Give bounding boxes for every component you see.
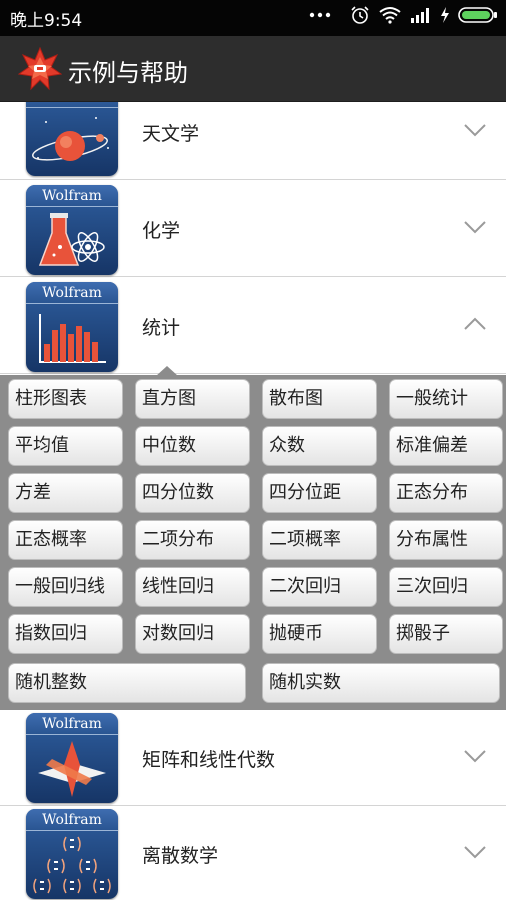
statistics-chart-icon: Wolfram bbox=[26, 282, 118, 372]
stat-item-button[interactable]: 二项概率 bbox=[262, 520, 377, 560]
stat-item-button[interactable]: 对数回归 bbox=[135, 614, 250, 654]
category-label: 天文学 bbox=[142, 123, 200, 145]
charging-icon bbox=[440, 7, 450, 23]
category-row-statistics[interactable]: Wolfram 统计 bbox=[0, 278, 506, 374]
stat-item-button[interactable]: 四分位距 bbox=[262, 473, 377, 513]
linear-algebra-icon: Wolfram bbox=[26, 713, 118, 803]
page-title: 示例与帮助 bbox=[68, 59, 188, 87]
stat-item-button[interactable]: 众数 bbox=[262, 426, 377, 466]
tile-brand: Wolfram bbox=[26, 185, 118, 207]
battery-icon bbox=[458, 6, 498, 24]
cell-signal-icon bbox=[410, 7, 432, 23]
stat-item-button[interactable]: 一般统计 bbox=[389, 379, 503, 419]
stat-item-button[interactable]: 随机整数 bbox=[8, 663, 246, 703]
stat-item-button[interactable]: 二次回归 bbox=[262, 567, 377, 607]
category-label: 化学 bbox=[142, 220, 181, 242]
stat-item-button[interactable]: 中位数 bbox=[135, 426, 250, 466]
chevron-down-icon[interactable] bbox=[464, 122, 486, 141]
category-row-chemistry[interactable]: Wolfram 化学 bbox=[0, 181, 506, 277]
stat-item-button[interactable]: 掷骰子 bbox=[389, 614, 503, 654]
stat-item-button[interactable]: 正态概率 bbox=[8, 520, 123, 560]
stat-item-button[interactable]: 抛硬币 bbox=[262, 614, 377, 654]
stat-item-button[interactable]: 一般回归线 bbox=[8, 567, 123, 607]
stat-item-button[interactable]: 二项分布 bbox=[135, 520, 250, 560]
astronomy-icon: Wolfram bbox=[26, 102, 118, 176]
stat-item-button[interactable]: 方差 bbox=[8, 473, 123, 513]
chevron-up-icon[interactable] bbox=[464, 316, 486, 335]
stat-item-button[interactable]: 正态分布 bbox=[389, 473, 503, 513]
status-time: 晚上9:54 bbox=[10, 11, 83, 31]
category-label: 离散数学 bbox=[142, 845, 219, 867]
tile-brand: Wolfram bbox=[26, 282, 118, 304]
wifi-icon bbox=[378, 6, 402, 24]
stat-item-button[interactable]: 随机实数 bbox=[262, 663, 500, 703]
stat-item-button[interactable]: 分布属性 bbox=[389, 520, 503, 560]
chevron-down-icon[interactable] bbox=[464, 748, 486, 767]
chemistry-flask-icon: Wolfram bbox=[26, 185, 118, 275]
stat-item-button[interactable]: 四分位数 bbox=[135, 473, 250, 513]
stat-item-button[interactable]: 散布图 bbox=[262, 379, 377, 419]
signal-dots-icon bbox=[308, 8, 342, 22]
stat-item-button[interactable]: 直方图 bbox=[135, 379, 250, 419]
alarm-icon bbox=[350, 5, 370, 25]
statistics-items-panel: 柱形图表 直方图 散布图 一般统计 平均值 中位数 众数 标准偏差 方差 四分位… bbox=[0, 375, 506, 710]
chevron-down-icon[interactable] bbox=[464, 219, 486, 238]
tile-brand: Wolfram bbox=[26, 713, 118, 735]
category-row-discrete-math[interactable]: Wolfram 离散数学 bbox=[0, 806, 506, 900]
chevron-down-icon[interactable] bbox=[464, 844, 486, 863]
stat-item-button[interactable]: 线性回归 bbox=[135, 567, 250, 607]
category-row-astronomy[interactable]: Wolfram 天文学 bbox=[0, 102, 506, 180]
stat-item-button[interactable]: 标准偏差 bbox=[389, 426, 503, 466]
category-label: 统计 bbox=[142, 317, 181, 339]
category-row-linear-algebra[interactable]: Wolfram 矩阵和线性代数 bbox=[0, 710, 506, 806]
category-label: 矩阵和线性代数 bbox=[142, 749, 276, 771]
tile-brand: Wolfram bbox=[26, 809, 118, 831]
stat-item-button[interactable]: 柱形图表 bbox=[8, 379, 123, 419]
discrete-math-icon: Wolfram bbox=[26, 809, 118, 899]
stat-item-button[interactable]: 三次回归 bbox=[389, 567, 503, 607]
app-bar: 示例与帮助 bbox=[0, 36, 506, 102]
stat-item-button[interactable]: 指数回归 bbox=[8, 614, 123, 654]
wolfram-logo-icon[interactable] bbox=[17, 46, 63, 91]
status-bar: 晚上9:54 bbox=[0, 0, 506, 36]
category-list[interactable]: Wolfram 天文学 Wolfram bbox=[0, 102, 506, 900]
stat-item-button[interactable]: 平均值 bbox=[8, 426, 123, 466]
